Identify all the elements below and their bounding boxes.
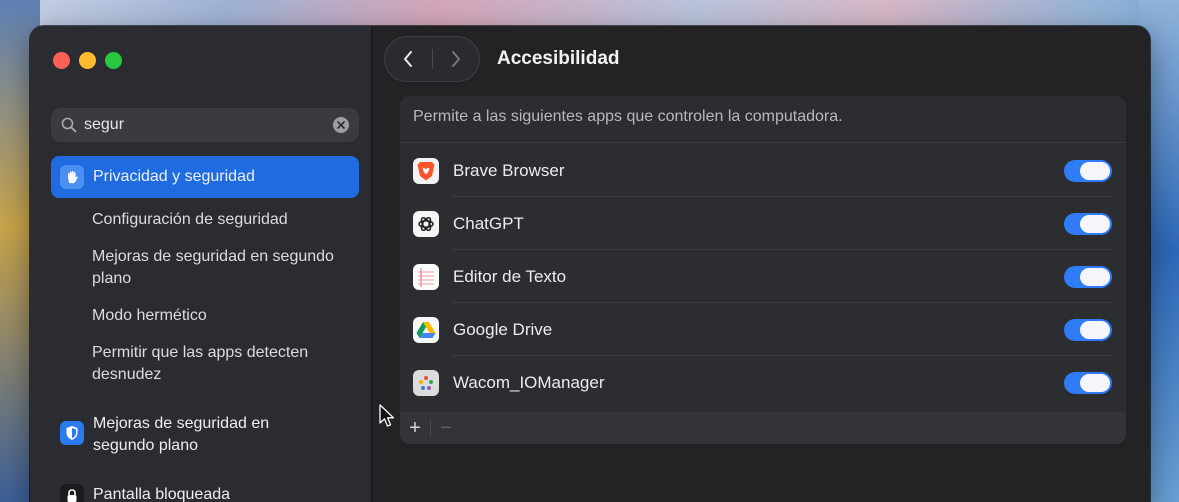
remove-app-button[interactable]: − (431, 412, 461, 444)
app-row-editor-de-texto[interactable]: Editor de Texto (400, 250, 1126, 303)
page-title: Accesibilidad (497, 48, 620, 69)
app-name: ChatGPT (453, 213, 524, 233)
sidebar-item-mejoras-de-seguridad-en-segundo-plano[interactable]: Mejoras de seguridad en segundo plano (51, 413, 359, 457)
window-controls (53, 52, 122, 69)
forward-button[interactable] (432, 37, 479, 81)
sidebar-item-label: Pantalla bloqueada (93, 486, 231, 502)
sidebar-subitem-mejoras-de-seguridad[interactable]: Mejoras de seguridad en segundo plano (92, 246, 352, 290)
main-content: Accesibilidad Permite a las siguientes a… (372, 26, 1150, 502)
lock-icon (60, 484, 84, 502)
search-input[interactable] (84, 116, 333, 134)
minimize-window-button[interactable] (79, 52, 96, 69)
sidebar-item-label: Mejoras de seguridad en segundo plano (93, 415, 270, 454)
divider (400, 142, 1126, 143)
app-name: Wacom_IOManager (453, 372, 605, 392)
close-window-button[interactable] (53, 52, 70, 69)
search-field[interactable] (51, 108, 359, 142)
toggle-editor-de-texto[interactable] (1064, 265, 1112, 288)
app-row-brave-browser[interactable]: Brave Browser (400, 144, 1126, 197)
sidebar-subitem-configuracion-de-seguridad[interactable]: Configuración de seguridad (92, 209, 352, 231)
wacom-icon (413, 369, 439, 396)
app-row-chatgpt[interactable]: ChatGPT (400, 197, 1126, 250)
toggle-wacom-iomanager[interactable] (1064, 371, 1112, 394)
textedit-icon (413, 263, 439, 290)
shield-icon (60, 421, 84, 445)
app-row-google-drive[interactable]: Google Drive (400, 303, 1126, 356)
maximize-window-button[interactable] (105, 52, 122, 69)
chevron-left-icon (404, 51, 413, 67)
app-row-wacom-iomanager[interactable]: Wacom_IOManager (400, 356, 1126, 409)
sidebar-item-label: Privacidad y seguridad (93, 168, 255, 185)
navigation-buttons (384, 36, 480, 82)
google-drive-icon (413, 316, 439, 343)
sidebar-item-privacidad-y-seguridad[interactable]: Privacidad y seguridad (51, 156, 359, 198)
panel-description: Permite a las siguientes apps que contro… (413, 108, 843, 125)
toggle-google-drive[interactable] (1064, 318, 1112, 341)
accessibility-apps-panel: Permite a las siguientes apps que contro… (400, 96, 1126, 444)
sidebar-subitem-modo-hermetico[interactable]: Modo hermético (92, 305, 352, 327)
app-name: Google Drive (453, 319, 553, 339)
sidebar-subitem-detectar-desnudez[interactable]: Permitir que las apps detecten desnudez (92, 342, 352, 386)
sidebar: Privacidad y seguridad Configuración de … (30, 26, 372, 502)
chevron-right-icon (451, 51, 460, 67)
app-name: Brave Browser (453, 160, 565, 180)
toggle-chatgpt[interactable] (1064, 212, 1112, 235)
mouse-cursor-icon (379, 404, 395, 427)
back-button[interactable] (385, 37, 432, 81)
panel-footer: + − (400, 412, 1126, 444)
system-settings-window: Privacidad y seguridad Configuración de … (30, 26, 1150, 502)
chatgpt-icon (413, 210, 439, 237)
hand-icon (60, 165, 84, 189)
search-icon (61, 117, 77, 133)
app-name: Editor de Texto (453, 266, 567, 286)
toggle-brave-browser[interactable] (1064, 159, 1112, 182)
brave-icon (413, 157, 439, 184)
add-app-button[interactable]: + (400, 412, 430, 444)
sidebar-item-pantalla-bloqueada[interactable]: Pantalla bloqueada (51, 484, 359, 502)
clear-search-icon[interactable] (333, 117, 349, 133)
